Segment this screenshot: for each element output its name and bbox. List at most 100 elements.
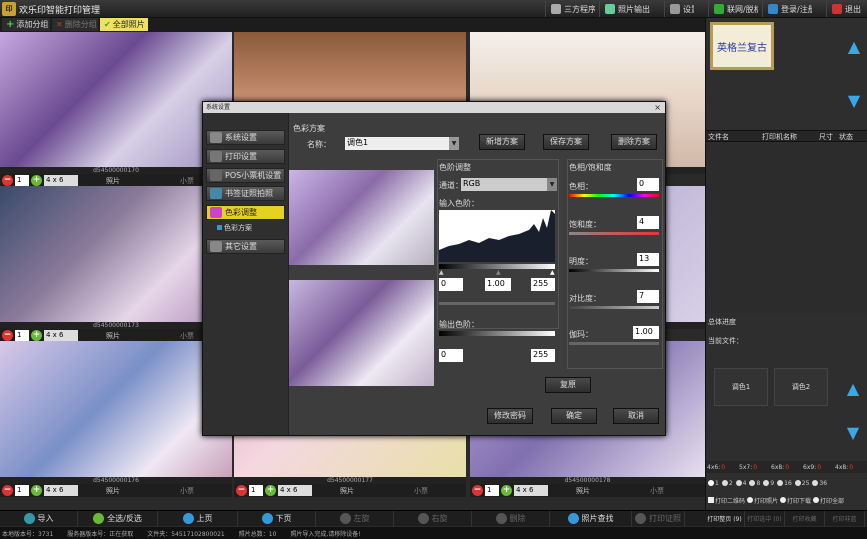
bottom-button-2[interactable]: 上页: [158, 510, 238, 527]
print-queue-list[interactable]: [706, 143, 867, 313]
lightness-field[interactable]: 13: [637, 253, 659, 266]
minus-icon[interactable]: −: [472, 485, 483, 496]
layout-count-radio[interactable]: 36: [812, 480, 827, 487]
plus-icon[interactable]: +: [501, 485, 512, 496]
photo-type-label[interactable]: 照片: [106, 331, 120, 341]
nav-item-3[interactable]: 书签证照拍照: [206, 186, 285, 201]
layout-count-radio[interactable]: 16: [777, 480, 792, 487]
layout-count-radio[interactable]: 1: [708, 480, 719, 487]
plus-icon[interactable]: +: [31, 330, 42, 341]
nav-item-4[interactable]: 色彩调整: [206, 205, 285, 220]
photo-type-label[interactable]: 照片: [576, 486, 590, 496]
bottom-button-4[interactable]: 左旋: [316, 510, 394, 527]
layout-count-radio[interactable]: 4: [735, 480, 746, 487]
minus-icon[interactable]: −: [236, 485, 247, 496]
nav-item-1[interactable]: 打印设置: [206, 149, 285, 164]
nav-item-5[interactable]: 其它设置: [206, 239, 285, 254]
input-black-field[interactable]: 0: [439, 278, 463, 291]
close-icon[interactable]: ×: [654, 102, 661, 113]
print-action-1[interactable]: 打印选中 (0): [745, 510, 785, 527]
scheme-button-1[interactable]: 调色1: [714, 368, 768, 406]
saturation-slider[interactable]: [569, 232, 659, 235]
output-black-field[interactable]: 0: [439, 349, 463, 362]
print-option[interactable]: 打印全部: [813, 496, 844, 505]
contrast-field[interactable]: 7: [637, 290, 659, 303]
titlebar-button-3[interactable]: 联网/脱机: [708, 1, 758, 17]
hue-field[interactable]: 0: [637, 178, 659, 191]
print-option[interactable]: 打印照片: [747, 496, 778, 505]
new-scheme-button[interactable]: 新增方案: [479, 134, 525, 150]
nav-item-0[interactable]: 系统设置: [206, 130, 285, 145]
bottom-button-7[interactable]: 照片查找: [550, 510, 632, 527]
scroll-down-icon[interactable]: ▼: [845, 92, 863, 110]
print-option[interactable]: 打印二维码: [708, 496, 745, 505]
size-select[interactable]: 4 x 6: [514, 485, 548, 496]
size-select[interactable]: 4 x 6: [44, 330, 78, 341]
photo-cell[interactable]: d54500000170−1 +4 x 6 照片 小票: [0, 32, 232, 187]
input-white-field[interactable]: 255: [531, 278, 555, 291]
quantity-field[interactable]: 1: [249, 485, 263, 496]
size-select[interactable]: 4 x 6: [278, 485, 312, 496]
titlebar-button-1[interactable]: 照片输出: [599, 1, 651, 17]
bottom-button-3[interactable]: 下页: [238, 510, 316, 527]
saturation-field[interactable]: 4: [637, 216, 659, 229]
layout-count-radio[interactable]: 25: [794, 480, 809, 487]
add-group-tab[interactable]: + 添加分组: [2, 18, 50, 31]
photo-thumbnail[interactable]: [0, 32, 232, 167]
delete-group-tab[interactable]: ✕ 删除分组: [52, 18, 98, 31]
bottom-button-1[interactable]: 全选/反选: [78, 510, 158, 527]
black-point-handle[interactable]: ▲: [439, 269, 444, 276]
scheme-button-2[interactable]: 调色2: [774, 368, 828, 406]
quantity-field[interactable]: 1: [15, 330, 29, 341]
all-photos-tab[interactable]: ✔ 全部照片: [100, 18, 148, 31]
cancel-button[interactable]: 取消: [613, 408, 659, 424]
save-scheme-button[interactable]: 保存方案: [543, 134, 589, 150]
minus-icon[interactable]: −: [2, 485, 13, 496]
gamma-field[interactable]: 1.00: [633, 326, 659, 339]
bottom-button-8[interactable]: 打印证照: [632, 510, 685, 527]
print-action-3[interactable]: 打印非蓝: [825, 510, 865, 527]
hue-slider[interactable]: [569, 194, 659, 197]
ticket-label[interactable]: 小票: [180, 176, 194, 186]
contrast-slider[interactable]: [569, 306, 659, 309]
plus-icon[interactable]: +: [31, 175, 42, 186]
titlebar-button-2[interactable]: 设置: [664, 1, 694, 17]
scheme-up-icon[interactable]: ▲: [844, 380, 862, 398]
size-select[interactable]: 4 x 6: [44, 485, 78, 496]
scheme-name-select[interactable]: 调色1 ▼: [345, 137, 459, 150]
bottom-button-5[interactable]: 右旋: [394, 510, 472, 527]
bottom-button-0[interactable]: 导入: [0, 510, 78, 527]
photo-type-label[interactable]: 照片: [106, 176, 120, 186]
photo-cell[interactable]: d54500000176−1 +4 x 6 照片 小票: [0, 341, 232, 497]
photo-cell[interactable]: d54500000173−1 +4 x 6 照片 小票: [0, 186, 232, 342]
channel-select[interactable]: RGB ▼: [461, 178, 557, 191]
print-option[interactable]: 打印下载: [780, 496, 811, 505]
ticket-label[interactable]: 小票: [180, 486, 194, 496]
nav-item-2[interactable]: POS小票机设置: [206, 168, 285, 183]
layout-count-radio[interactable]: 9: [763, 480, 774, 487]
titlebar-button-0[interactable]: 三方程序: [545, 1, 595, 17]
size-select[interactable]: 4 x 6: [44, 175, 78, 186]
scheme-down-icon[interactable]: ▼: [844, 424, 862, 442]
change-password-button[interactable]: 修改密码: [487, 408, 533, 424]
ticket-label[interactable]: 小票: [414, 486, 428, 496]
bottom-button-6[interactable]: 删除: [472, 510, 550, 527]
lightness-slider[interactable]: [569, 269, 659, 272]
plus-icon[interactable]: +: [265, 485, 276, 496]
minus-icon[interactable]: −: [2, 330, 13, 341]
quantity-field[interactable]: 1: [15, 175, 29, 186]
white-point-handle[interactable]: ▲: [550, 269, 555, 276]
input-gamma-field[interactable]: 1.00: [485, 278, 511, 291]
layout-count-radio[interactable]: 8: [749, 480, 760, 487]
ok-button[interactable]: 确定: [551, 408, 597, 424]
photo-type-label[interactable]: 照片: [106, 486, 120, 496]
print-action-2[interactable]: 打印收藏: [785, 510, 825, 527]
reset-button[interactable]: 复原: [545, 377, 591, 393]
nav-sub-color-scheme[interactable]: 色彩方案: [217, 223, 252, 233]
titlebar-button-4[interactable]: 登录/注册: [762, 1, 812, 17]
gamma-slider[interactable]: [569, 342, 659, 345]
quantity-field[interactable]: 1: [485, 485, 499, 496]
scroll-up-icon[interactable]: ▲: [845, 38, 863, 56]
layout-count-radio[interactable]: 2: [721, 480, 733, 487]
mid-point-handle[interactable]: ▲: [496, 269, 501, 276]
